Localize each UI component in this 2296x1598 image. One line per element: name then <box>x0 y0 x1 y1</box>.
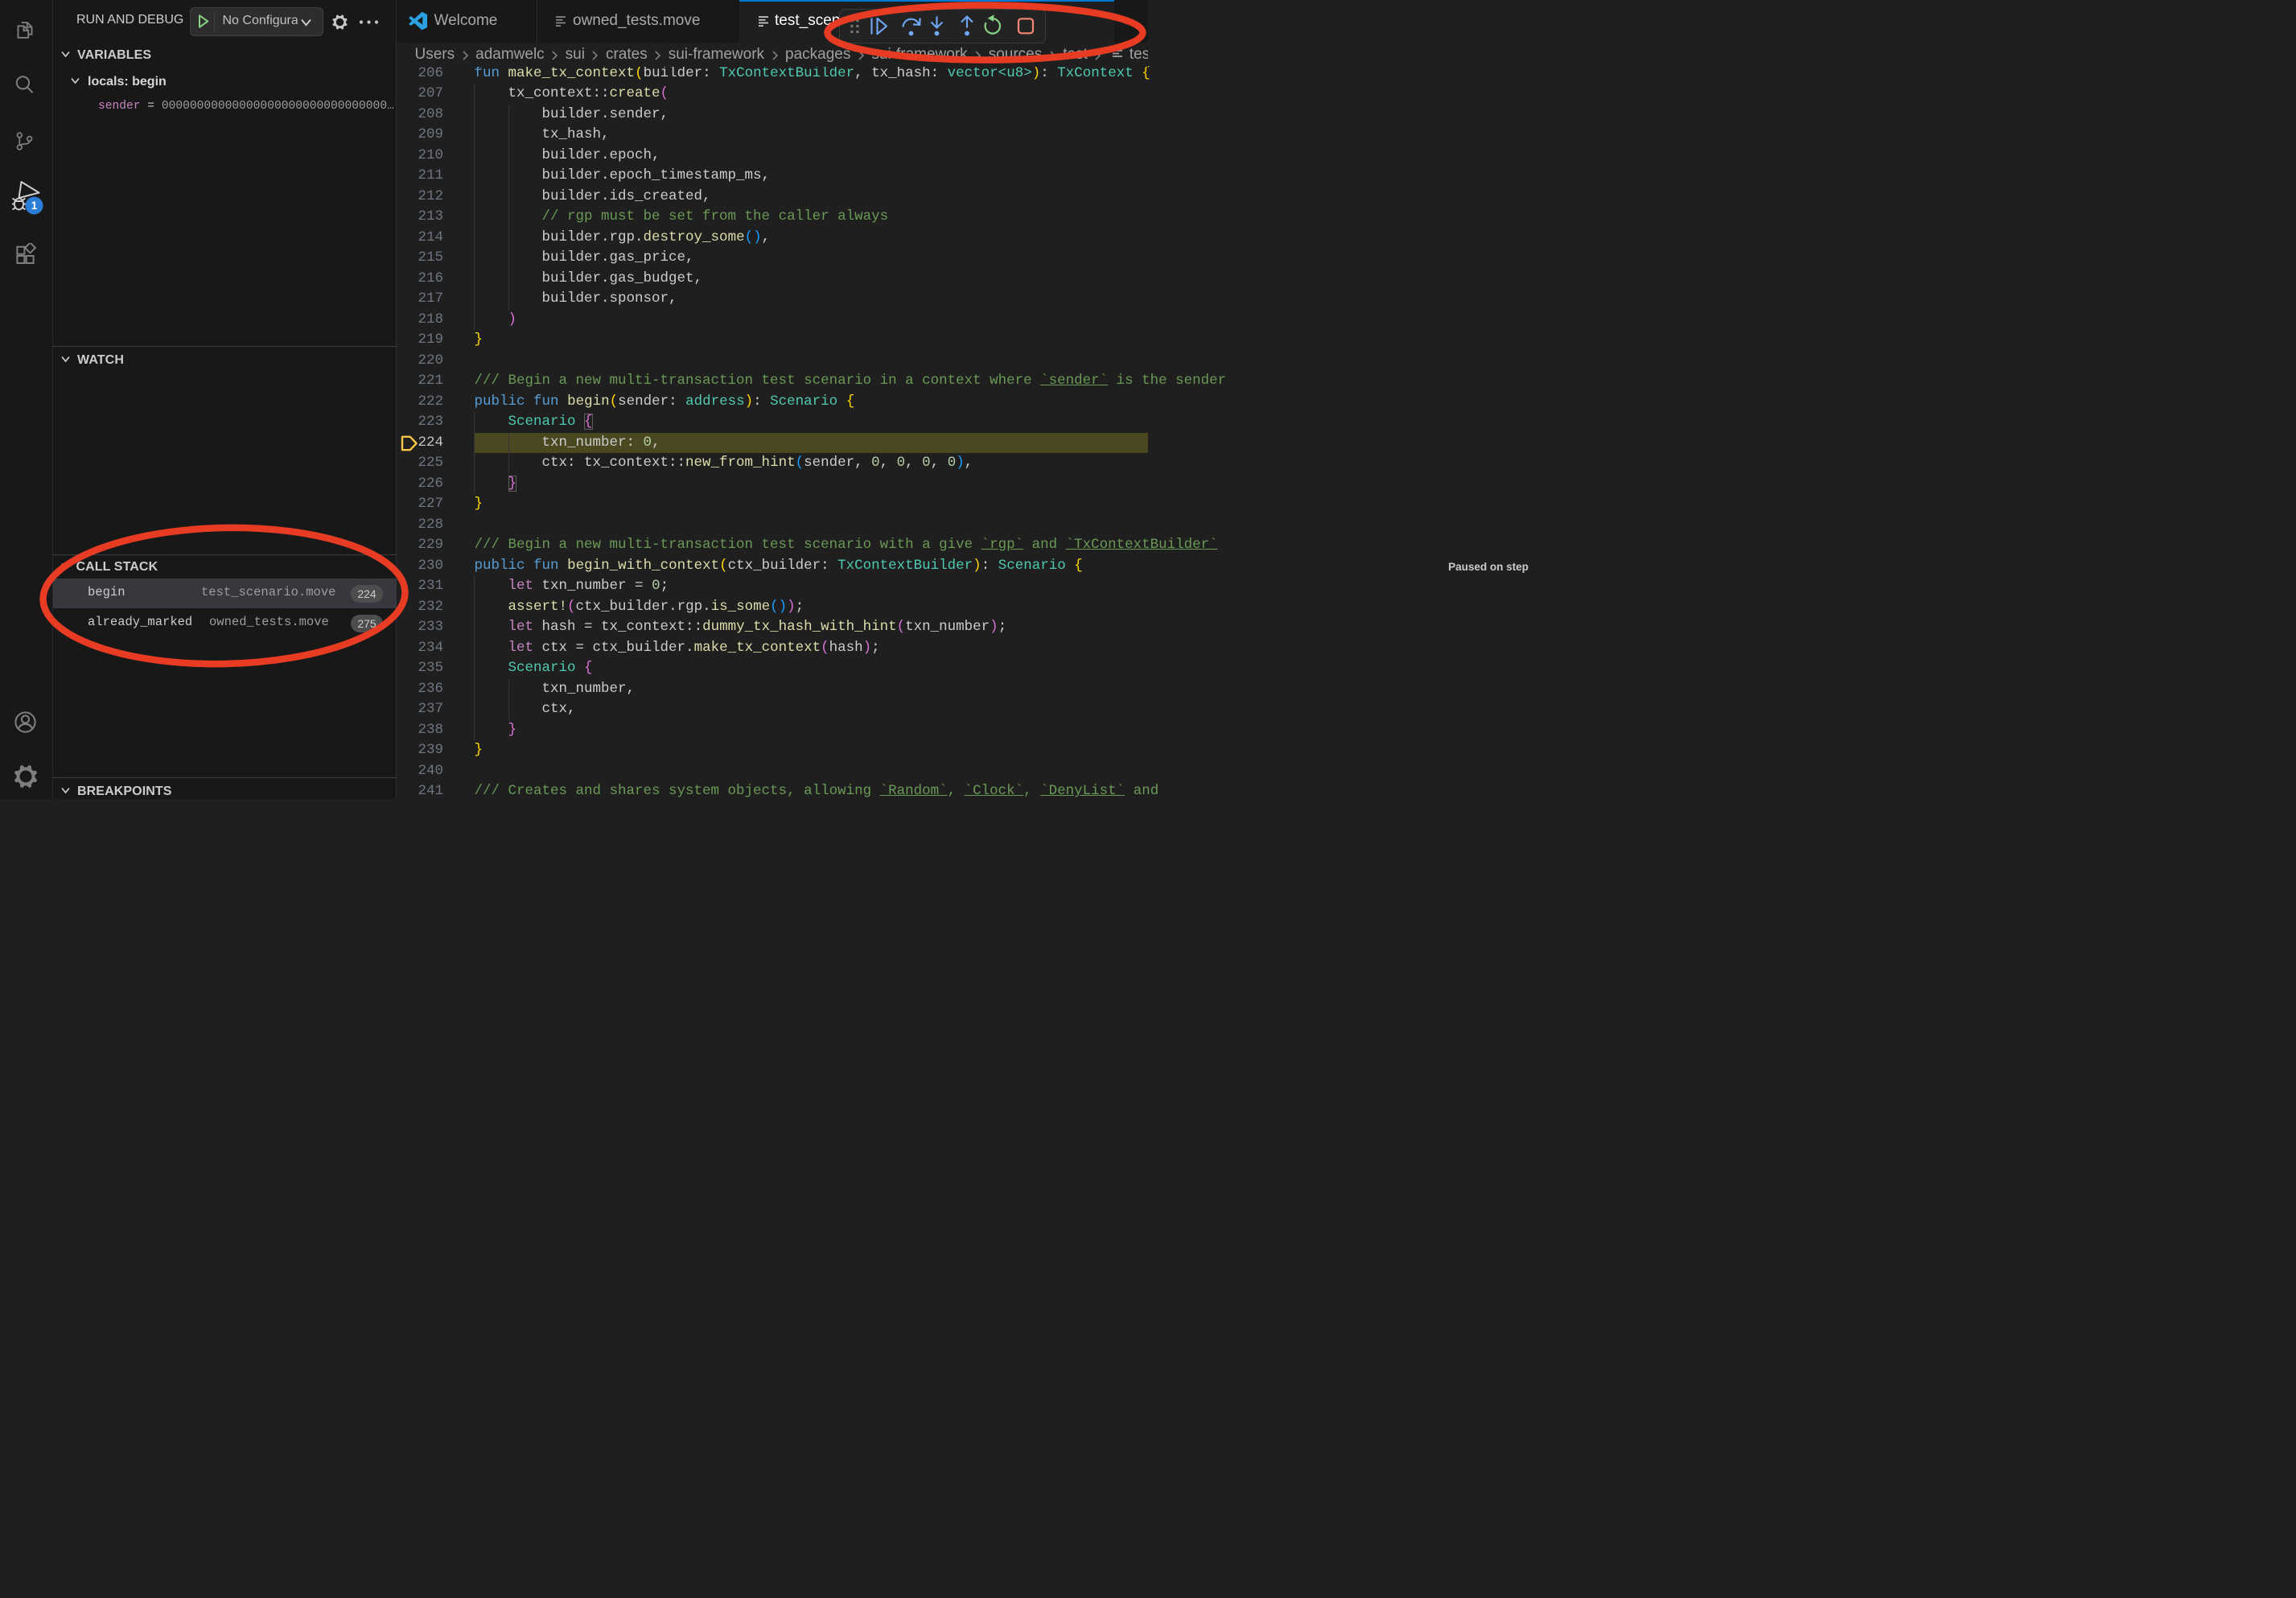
svg-text:1: 1 <box>31 200 38 212</box>
